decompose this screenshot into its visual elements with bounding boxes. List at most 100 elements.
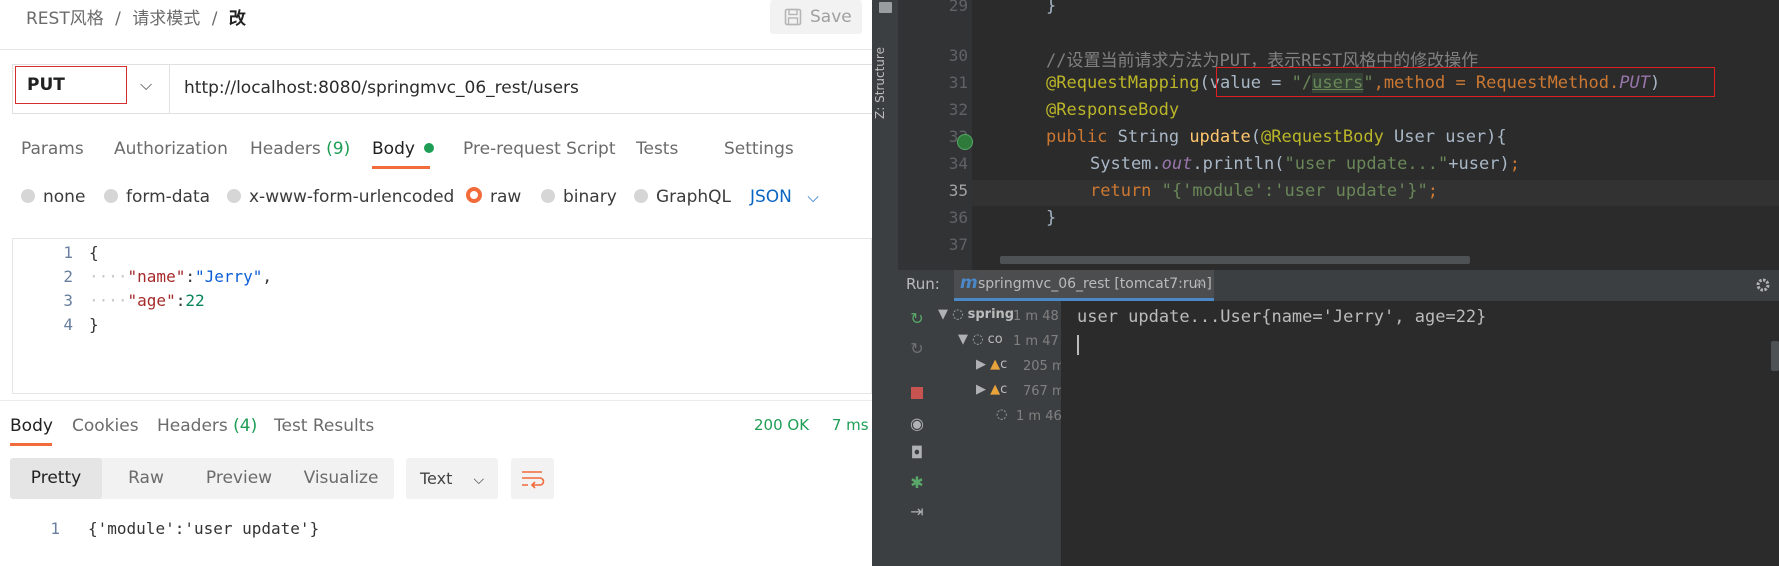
radio-circle [104,189,118,203]
line-number: 3 [63,291,73,310]
tab-body[interactable]: Body [372,139,435,159]
response-body-line: {'module':'user update'} [88,519,319,538]
tab-headers-label: Headers [250,139,321,159]
line-number: 4 [63,315,73,334]
tab-headers[interactable]: Headers (9) [250,139,350,159]
tab-settings[interactable]: Settings [724,139,794,159]
editor-gutter: 29 30 31 32 33 34 35 36 37 [898,0,973,270]
radio-circle [634,189,648,203]
gear-icon[interactable] [1755,277,1771,293]
breadcrumb-folder[interactable]: 请求模式 [132,9,200,29]
postman-panel: REST风格 / 请求模式 / 改 Save PUT ⌵ http://loca… [0,0,872,566]
response-tab-body[interactable]: Body [10,416,53,436]
active-tab-underline [10,443,52,446]
code-static-field: out [1161,154,1193,174]
warning-icon: ▲ [990,357,1001,372]
code-editor[interactable]: } //设置当前请求方法为PUT，表示REST风格中的修改操作 @Request… [972,0,1779,270]
radio-label: x-www-form-urlencoded [249,187,455,207]
line-number: 37 [948,235,968,254]
response-tab-headers[interactable]: Headers (4) [157,416,257,436]
line-number: 1 [63,243,73,262]
divider [0,49,872,50]
rerun-icon[interactable]: ↻ [908,309,926,328]
view-visualize-button[interactable]: Visualize [288,458,394,499]
structure-tool-tab[interactable]: Z: Structure [872,40,896,130]
close-icon[interactable]: × [1194,275,1206,291]
vertical-scrollbar[interactable] [1771,341,1779,371]
spring-bean-icon[interactable] [957,134,973,150]
breadcrumb-separator: / [211,9,218,29]
tree-row[interactable]: ◌ [996,407,1007,422]
json-number: 22 [185,291,205,310]
url-input[interactable]: http://localhost:8080/springmvc_06_rest/… [184,78,579,98]
code-string: "user update..." [1284,154,1449,174]
rerun-failed-icon[interactable]: ↻ [908,339,926,358]
tab-authorization[interactable]: Authorization [114,139,228,159]
code-string: "{'module':'user update'}" [1161,181,1428,201]
code-brace: } [309,519,320,538]
tab-tests[interactable]: Tests [636,139,678,159]
radio-graphql[interactable]: GraphQL [634,187,731,207]
structure-tab-label: Z: Structure [872,47,887,119]
response-body-text: 'module':'user update' [97,519,310,538]
divider [0,400,872,401]
response-format-select[interactable]: Text ⌵ [406,458,498,499]
text-cursor [1077,335,1079,355]
response-tab-test-results[interactable]: Test Results [274,416,374,436]
line-number: 31 [948,73,968,92]
method-select[interactable]: PUT [15,66,127,104]
code-line: } [1046,0,1057,16]
tree-row[interactable]: ▼ ◌ co [958,332,1003,347]
exit-icon[interactable]: ⇥ [908,502,926,521]
chevron-down-icon[interactable]: ⌵ [140,75,152,95]
radio-none[interactable]: none [21,187,85,207]
run-console[interactable]: user update...User{name='Jerry', age=22} [1061,301,1779,566]
debug-icon[interactable]: ✱ [908,473,926,492]
view-preview-button[interactable]: Preview [190,458,288,499]
folder-icon[interactable] [879,2,892,13]
radio-binary[interactable]: binary [541,187,617,207]
radio-form-data[interactable]: form-data [104,187,210,207]
tab-params[interactable]: Params [21,139,84,159]
breadcrumb-collection[interactable]: REST风格 [26,9,104,29]
response-body-viewer[interactable]: 1 {'module':'user update'} [0,517,872,547]
stop-icon[interactable] [908,384,926,403]
tab-prerequest-script[interactable]: Pre-request Script [463,139,616,159]
body-indicator-dot [424,143,435,153]
wrap-lines-button[interactable] [511,458,554,499]
horizontal-scrollbar[interactable] [1000,256,1470,264]
radio-x-www-form-urlencoded[interactable]: x-www-form-urlencoded [227,187,454,207]
save-button[interactable]: Save [770,0,862,34]
code-line: ····"name":"Jerry", [89,267,272,286]
radio-raw[interactable]: raw [466,187,521,207]
response-tabs: Body Cookies Headers (4) Test Results [10,416,410,444]
breadcrumb-request-name[interactable]: 改 [229,9,246,29]
run-config-tab[interactable]: m springmvc_06_rest [tomcat7:run] × [954,270,1214,301]
tree-row[interactable]: ▼ ◌ spring [938,307,1014,322]
maven-icon: m [960,273,978,293]
line-number: 35 [948,181,968,200]
chevron-down-icon: ⌵ [473,472,485,488]
camera-icon[interactable]: ◘ [908,443,926,462]
response-tab-cookies[interactable]: Cookies [72,416,139,436]
code-line: return "{'module':'user update'}"; [1090,181,1438,201]
request-body-editor[interactable]: 1 2 3 4 { ····"name":"Jerry", ····"age":… [12,238,872,394]
json-key: "age" [127,291,176,310]
view-pretty-button[interactable]: Pretty [10,458,102,499]
radio-label: GraphQL [656,187,731,207]
view-raw-button[interactable]: Raw [102,458,190,499]
tree-row[interactable]: ▶ ▲c [976,382,1007,397]
run-toolbar: Run: m springmvc_06_rest [tomcat7:run] × [898,270,1779,302]
eye-icon[interactable]: ◉ [908,414,926,433]
ide-panel: Z: Structure 29 30 31 32 33 34 35 36 37 … [872,0,1779,566]
run-config-name: springmvc_06_rest [tomcat7:run] [978,276,1212,292]
code-line: public String update(@RequestBody User u… [1046,127,1507,147]
headers-count: (9) [326,139,351,159]
save-icon [784,8,802,26]
code-keyword: return [1090,181,1162,201]
code-brace: { [89,243,99,262]
tree-row[interactable]: ▶ ▲c [976,357,1007,372]
json-comma: , [262,267,273,286]
indent-guide: ···· [89,267,128,286]
body-format-select[interactable]: JSON ⌵ [750,187,819,207]
